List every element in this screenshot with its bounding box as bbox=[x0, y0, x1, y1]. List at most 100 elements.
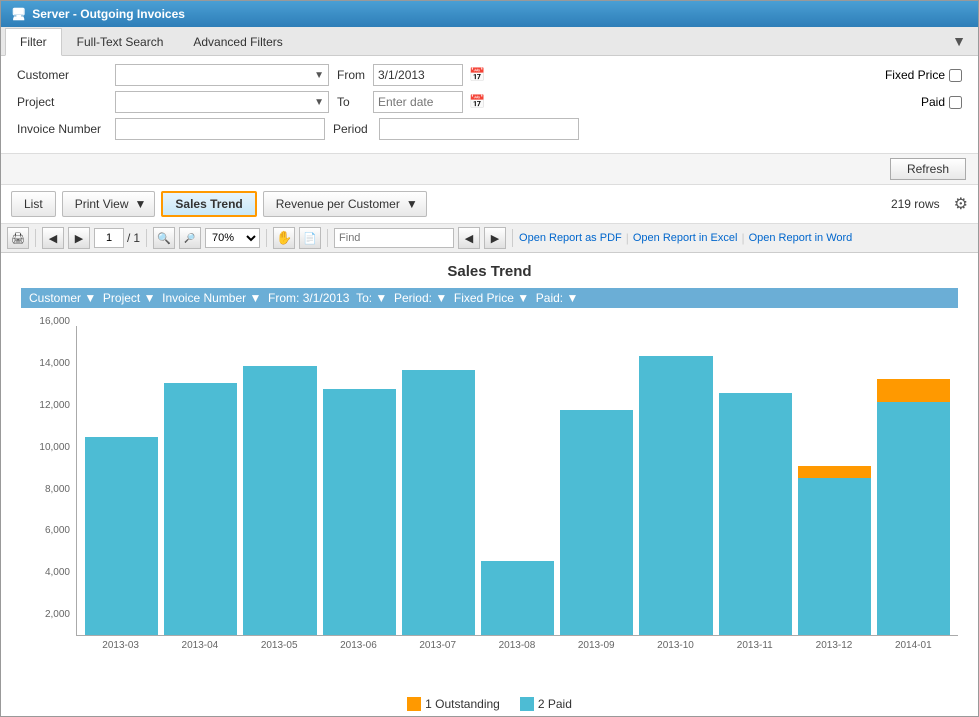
bar-group-2013-10 bbox=[639, 325, 712, 635]
revenue-per-customer-label: Revenue per Customer bbox=[276, 197, 400, 211]
from-date-input[interactable] bbox=[373, 64, 463, 86]
y-axis: 16,000 14,000 12,000 10,000 8,000 6,000 … bbox=[21, 316, 76, 651]
fixed-price-group: Fixed Price bbox=[885, 68, 962, 82]
bar-paid-2013-06 bbox=[323, 389, 396, 635]
chart-title: Sales Trend bbox=[21, 263, 958, 280]
x-label-2013-10: 2013-10 bbox=[639, 640, 712, 651]
find-input[interactable] bbox=[334, 228, 454, 248]
bar-group-2013-03 bbox=[85, 325, 158, 635]
select-tool-button[interactable]: 📄 bbox=[299, 227, 321, 249]
tab-chevron-icon[interactable]: ▼ bbox=[944, 27, 974, 55]
legend-paid: 2 Paid bbox=[520, 697, 572, 711]
find-prev-button[interactable]: ◀ bbox=[458, 227, 480, 249]
open-report-excel-link[interactable]: Open Report in Excel bbox=[633, 232, 738, 244]
bar-paid-2014-01 bbox=[877, 402, 950, 635]
to-date-input[interactable] bbox=[373, 91, 463, 113]
zoom-out-button[interactable]: 🔍 bbox=[153, 227, 175, 249]
revenue-per-customer-dropdown[interactable]: Revenue per Customer ▼ bbox=[263, 191, 427, 217]
bar-group-2013-04 bbox=[164, 325, 237, 635]
rows-count: 219 rows bbox=[891, 197, 940, 211]
x-label-2013-08: 2013-08 bbox=[480, 640, 553, 651]
tab-filter[interactable]: Filter bbox=[5, 28, 62, 56]
page-separator: / bbox=[127, 231, 130, 245]
to-label: To bbox=[337, 95, 367, 109]
bar-group-2014-01 bbox=[877, 325, 950, 635]
chart-area: Sales Trend Customer ▼ Project ▼ Invoice… bbox=[1, 253, 978, 716]
x-label-2013-05: 2013-05 bbox=[243, 640, 316, 651]
separator-text-2: | bbox=[741, 231, 744, 245]
bar-outstanding-2013-12 bbox=[798, 466, 871, 478]
y-label-16000: 16,000 bbox=[39, 316, 70, 327]
x-label-2014-01: 2014-01 bbox=[877, 640, 950, 651]
filter-area: Customer ▼ From 📅 Fixed Price Project ▼ … bbox=[1, 56, 978, 154]
open-report-pdf-link[interactable]: Open Report as PDF bbox=[519, 232, 622, 244]
fixed-price-checkbox[interactable] bbox=[949, 69, 962, 82]
tab-advanced[interactable]: Advanced Filters bbox=[178, 28, 297, 56]
print-view-dropdown[interactable]: Print View ▼ bbox=[62, 191, 156, 217]
bar-paid-2013-11 bbox=[719, 393, 792, 635]
prev-page-button[interactable]: ◀ bbox=[42, 227, 64, 249]
find-next-button[interactable]: ▶ bbox=[484, 227, 506, 249]
invoice-number-input[interactable] bbox=[115, 118, 325, 140]
bar-group-2013-09 bbox=[560, 325, 633, 635]
print-view-arrow: ▼ bbox=[135, 197, 147, 211]
bar-paid-2013-09 bbox=[560, 410, 633, 635]
tab-fulltext[interactable]: Full-Text Search bbox=[62, 28, 179, 56]
list-button[interactable]: List bbox=[11, 191, 56, 217]
bar-group-2013-08 bbox=[481, 325, 554, 635]
to-calendar-icon[interactable]: 📅 bbox=[469, 94, 485, 110]
project-dropdown-arrow: ▼ bbox=[314, 97, 324, 108]
print-button[interactable]: 🖨 bbox=[7, 227, 29, 249]
legend-paid-box bbox=[520, 697, 534, 711]
y-label-8000: 8,000 bbox=[45, 484, 70, 495]
x-label-2013-06: 2013-06 bbox=[322, 640, 395, 651]
separator-1 bbox=[35, 229, 36, 247]
page-indicator: / 1 bbox=[94, 228, 140, 248]
filter-row-customer: Customer ▼ From 📅 Fixed Price bbox=[17, 64, 962, 86]
project-dropdown[interactable]: ▼ bbox=[115, 91, 329, 113]
x-label-2013-11: 2013-11 bbox=[718, 640, 791, 651]
chart-legend: 1 Outstanding 2 Paid bbox=[21, 697, 958, 711]
window-title: Server - Outgoing Invoices bbox=[32, 7, 185, 21]
separator-4 bbox=[327, 229, 328, 247]
sales-trend-button[interactable]: Sales Trend bbox=[161, 191, 256, 217]
bars-container bbox=[76, 326, 958, 636]
paid-checkbox[interactable] bbox=[949, 96, 962, 109]
zoom-select[interactable]: 70% 50% 100% bbox=[205, 228, 260, 248]
customer-dropdown-arrow: ▼ bbox=[314, 70, 324, 81]
filter-chips-text: Customer ▼ Project ▼ Invoice Number ▼ Fr… bbox=[29, 291, 578, 305]
x-label-2013-12: 2013-12 bbox=[797, 640, 870, 651]
refresh-bar: Refresh bbox=[1, 154, 978, 185]
title-bar: 🖥 Server - Outgoing Invoices bbox=[1, 1, 978, 27]
server-icon: 🖥 bbox=[11, 7, 26, 21]
y-label-12000: 12,000 bbox=[39, 400, 70, 411]
hand-tool-button[interactable]: ✋ bbox=[273, 227, 295, 249]
period-input[interactable] bbox=[379, 118, 579, 140]
separator-text-1: | bbox=[626, 231, 629, 245]
legend-outstanding: 1 Outstanding bbox=[407, 697, 500, 711]
next-page-button[interactable]: ▶ bbox=[68, 227, 90, 249]
filter-row-invoice: Invoice Number Period bbox=[17, 118, 962, 140]
paid-group: Paid bbox=[921, 95, 962, 109]
from-calendar-icon[interactable]: 📅 bbox=[469, 67, 485, 83]
gear-icon[interactable]: ⚙ bbox=[954, 194, 968, 214]
customer-dropdown[interactable]: ▼ bbox=[115, 64, 329, 86]
main-window: 🖥 Server - Outgoing Invoices Filter Full… bbox=[0, 0, 979, 717]
bar-group-2013-07 bbox=[402, 325, 475, 635]
open-report-word-link[interactable]: Open Report in Word bbox=[749, 232, 853, 244]
page-number-input[interactable] bbox=[94, 228, 124, 248]
separator-3 bbox=[266, 229, 267, 247]
y-label-10000: 10,000 bbox=[39, 442, 70, 453]
x-label-2013-07: 2013-07 bbox=[401, 640, 474, 651]
x-label-2013-04: 2013-04 bbox=[163, 640, 236, 651]
x-label-2013-09: 2013-09 bbox=[560, 640, 633, 651]
zoom-in-button[interactable]: 🔎 bbox=[179, 227, 201, 249]
y-label-6000: 6,000 bbox=[45, 525, 70, 536]
customer-label: Customer bbox=[17, 68, 107, 82]
bar-paid-2013-12 bbox=[798, 478, 871, 635]
refresh-button[interactable]: Refresh bbox=[890, 158, 966, 180]
report-toolbar: 🖨 ◀ ▶ / 1 🔍 🔎 70% 50% 100% ✋ 📄 ◀ ▶ Open … bbox=[1, 224, 978, 253]
from-group: From 📅 bbox=[337, 64, 485, 86]
separator-5 bbox=[512, 229, 513, 247]
bar-paid-2013-03 bbox=[85, 437, 158, 635]
